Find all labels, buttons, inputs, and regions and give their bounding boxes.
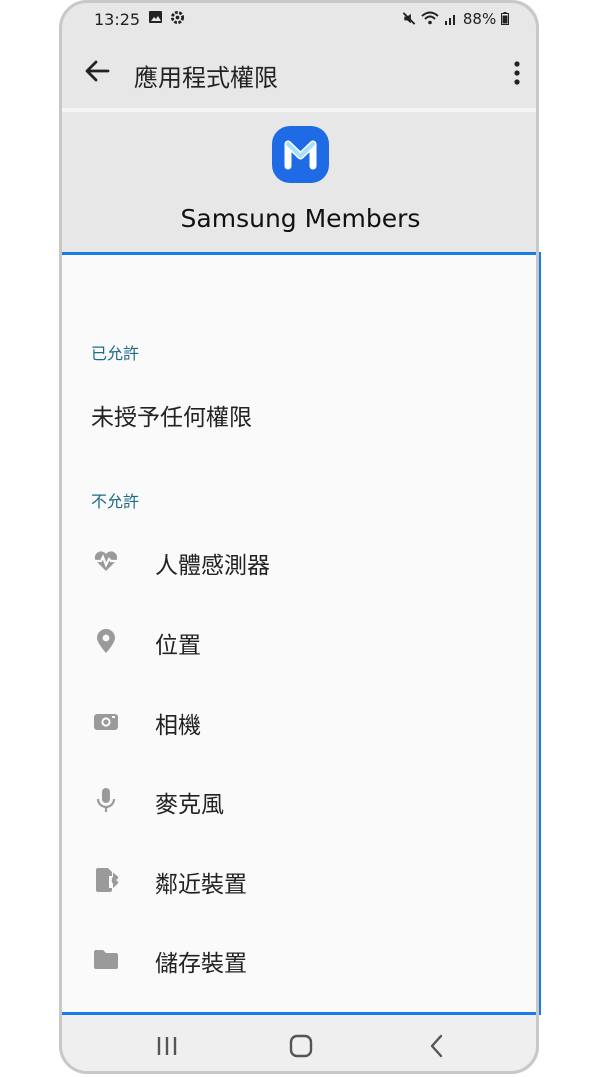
- status-bar: 13:25 88%: [62, 0, 539, 40]
- allowed-empty-text: 未授予任何權限: [91, 405, 252, 431]
- app-name: Samsung Members: [180, 204, 421, 233]
- location-pin-icon: [92, 627, 120, 655]
- mute-icon: [402, 12, 415, 25]
- permission-label: 儲存裝置: [155, 951, 247, 977]
- navigation-bar: [62, 1015, 539, 1074]
- chevron-left-icon: [430, 1034, 443, 1058]
- permission-label: 位置: [155, 633, 201, 659]
- status-time: 13:25: [94, 10, 141, 29]
- status-notification-icons: [148, 10, 185, 27]
- gear-icon: [171, 10, 185, 25]
- recent-apps-button[interactable]: [152, 1033, 182, 1059]
- permission-label: 麥克風: [155, 792, 224, 818]
- permission-item-storage[interactable]: 儲存裝置: [62, 930, 539, 990]
- more-vertical-icon: [514, 61, 520, 85]
- camera-icon: [92, 707, 120, 735]
- permission-item-body-sensors[interactable]: 人體感測器: [62, 532, 539, 592]
- samsung-members-app-icon: [272, 126, 329, 183]
- page-title: 應用程式權限: [134, 64, 278, 92]
- denied-section-header: 不允許: [91, 492, 140, 511]
- permissions-panel: 已允許 未授予任何權限 不允許 人體感測器 位置 相機 麥克風 鄰近裝置 儲存裝…: [62, 252, 539, 1014]
- permission-item-location[interactable]: 位置: [62, 612, 539, 672]
- battery-percent: 88%: [462, 10, 497, 28]
- back-nav-button[interactable]: [422, 1033, 452, 1059]
- home-button[interactable]: [286, 1033, 316, 1059]
- microphone-icon: [92, 786, 120, 814]
- recent-apps-icon: [157, 1037, 177, 1055]
- permission-item-nearby-devices[interactable]: 鄰近裝置: [62, 851, 539, 911]
- nearby-devices-icon: [92, 866, 120, 894]
- folder-icon: [92, 945, 120, 973]
- permission-label: 相機: [155, 713, 201, 739]
- allowed-section-header: 已允許: [91, 344, 140, 363]
- app-header: Samsung Members: [62, 112, 539, 252]
- home-icon: [289, 1034, 313, 1058]
- battery-icon: [501, 12, 509, 25]
- more-options-button[interactable]: [513, 58, 521, 88]
- back-arrow-icon: [85, 60, 110, 82]
- back-button[interactable]: [80, 54, 114, 88]
- heart-rate-icon: [92, 547, 120, 575]
- app-bar: 應用程式權限: [62, 40, 539, 108]
- wifi-icon: [421, 11, 439, 25]
- permission-item-camera[interactable]: 相機: [62, 692, 539, 752]
- permission-label: 鄰近裝置: [155, 872, 247, 898]
- signal-icon: [445, 15, 456, 25]
- permission-item-microphone[interactable]: 麥克風: [62, 771, 539, 831]
- members-logo-icon: [284, 140, 317, 170]
- permission-label: 人體感測器: [155, 553, 270, 579]
- status-right: 88%: [401, 10, 509, 28]
- gallery-icon: [149, 11, 162, 23]
